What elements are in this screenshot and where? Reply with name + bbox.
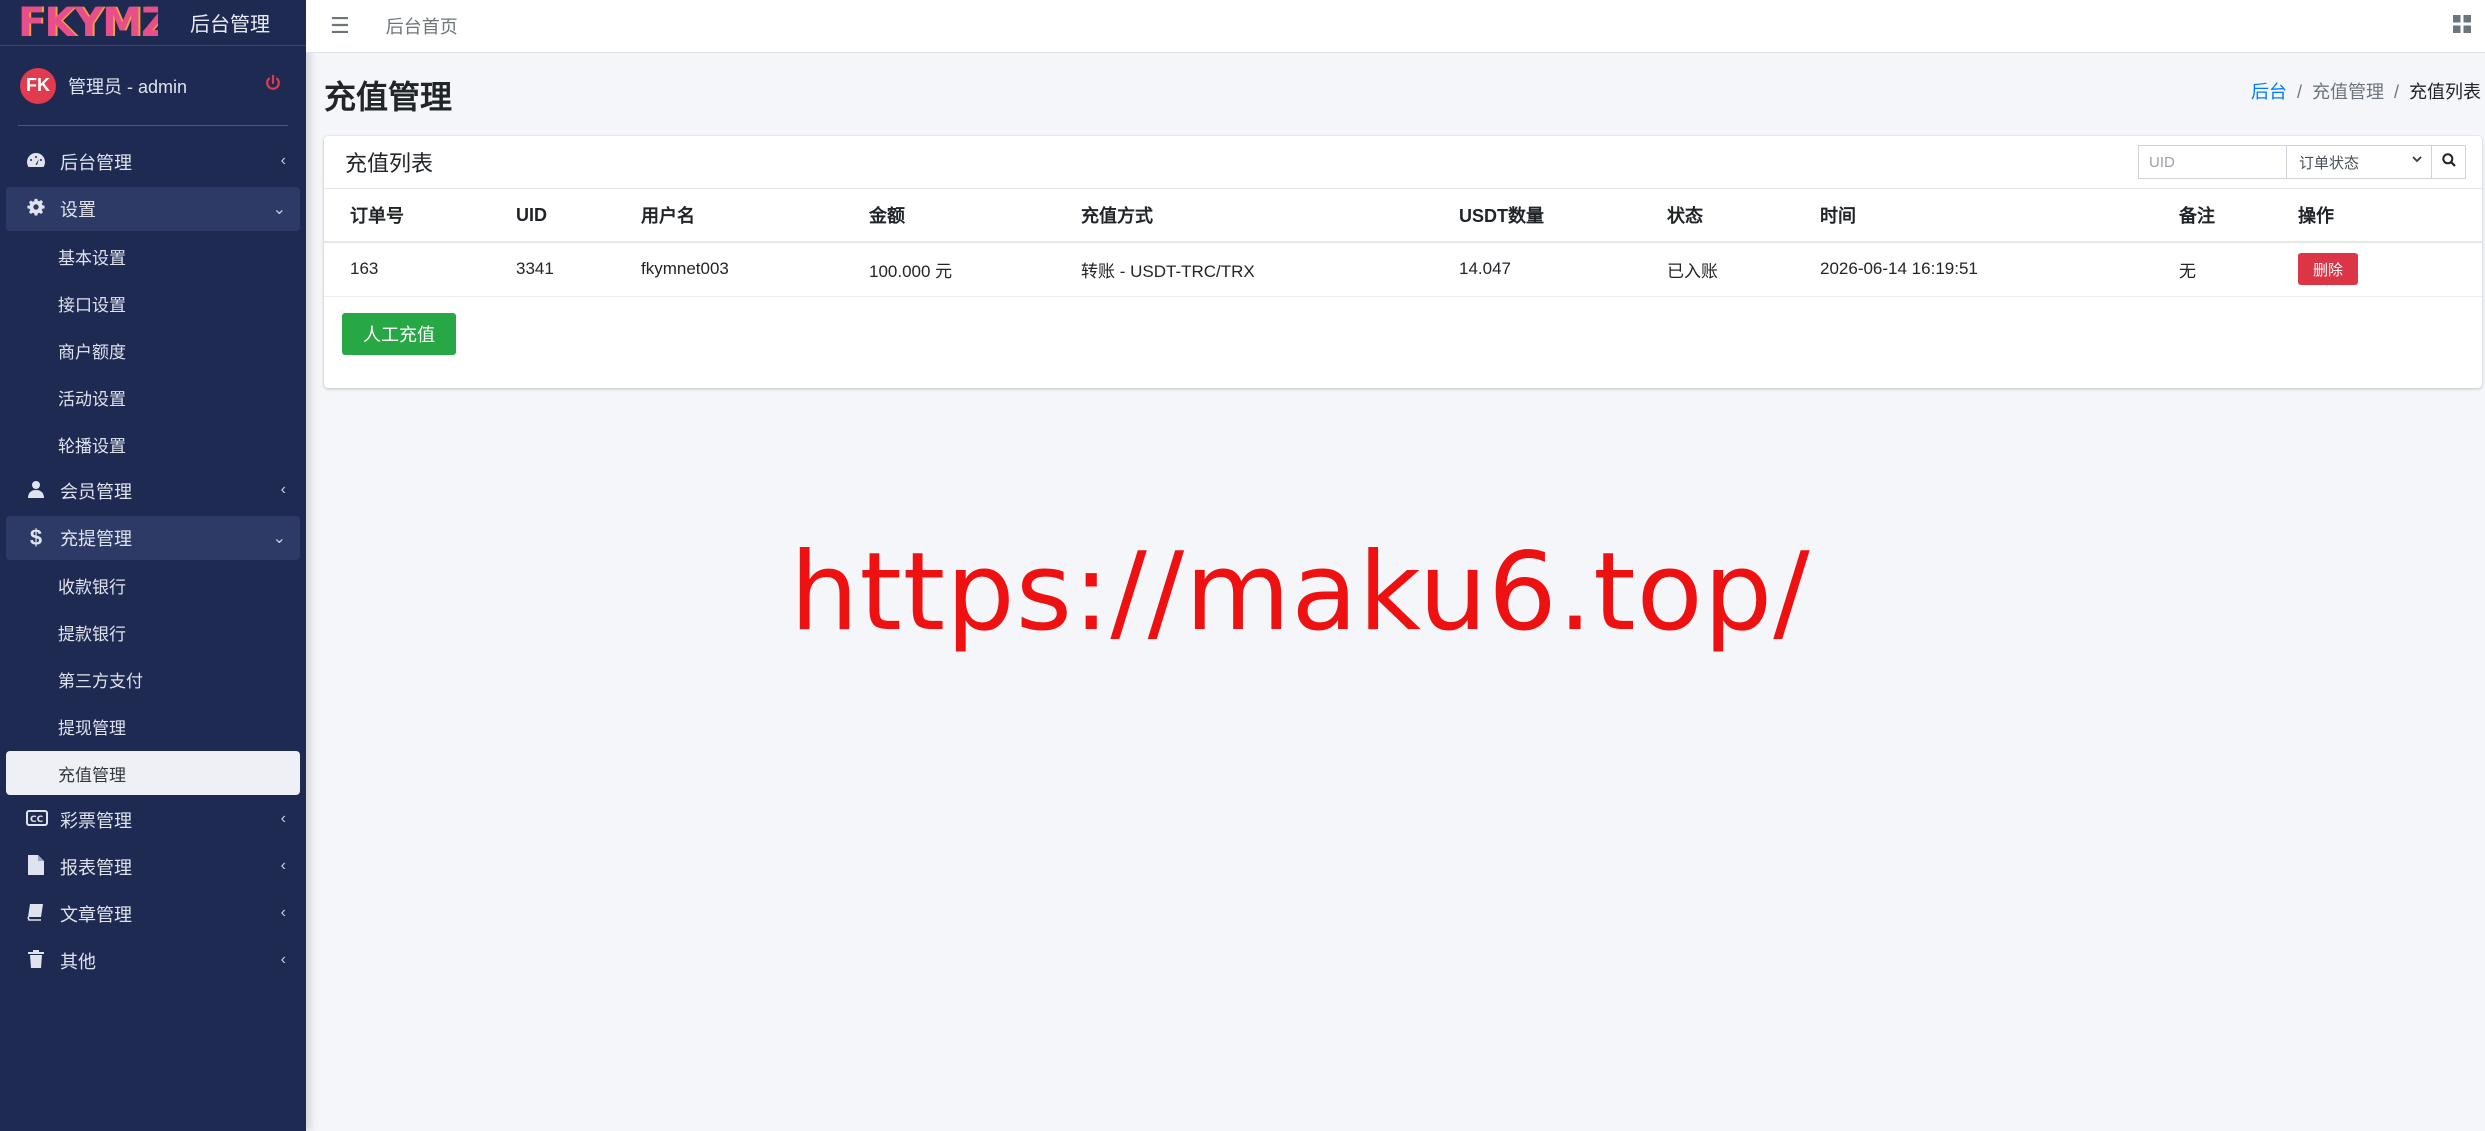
grid-icon[interactable] [2453, 15, 2471, 39]
sidebar-item-label: 其他 [60, 952, 96, 972]
column-header[interactable]: 时间 [1794, 189, 2153, 243]
sidebar-item-label: 充提管理 [60, 529, 132, 549]
sidebar-item-lottery[interactable]: CC 彩票管理 ‹ [6, 798, 300, 842]
deposit-table: 订单号 UID 用户名 金额 充值方式 USDT数量 状态 时间 备注 操作 1… [324, 189, 2482, 297]
chevron-left-icon: ‹ [280, 951, 286, 968]
sidebar-item-label: 设置 [60, 200, 96, 220]
deposit-list-card: 充值列表 订单状态 订单号 UID 用户名 金额 充值方式 [324, 136, 2482, 388]
cell-remark: 无 [2153, 242, 2272, 297]
column-header[interactable]: 用户名 [615, 189, 843, 243]
power-icon[interactable] [264, 74, 282, 98]
sidebar-item-articles[interactable]: 文章管理 ‹ [6, 892, 300, 936]
dollar-icon: $ [29, 525, 43, 550]
breadcrumb-current: 充值列表 [2409, 82, 2481, 102]
sidebar-nav: 后台管理 ‹ 设置 ⌄ 基本设置 接口设置 商户额度 活动设置 轮播设置 会员管… [0, 140, 306, 983]
uid-search-input[interactable] [2138, 145, 2286, 179]
column-header[interactable]: UID [490, 189, 615, 243]
sidebar: FKYMZ 后台管理 FK 管理员 - admin 后台管理 ‹ 设置 ⌄ 基本… [0, 0, 306, 1131]
column-header[interactable]: 状态 [1641, 189, 1794, 243]
sidebar-item-dashboard[interactable]: 后台管理 ‹ [6, 140, 300, 184]
gear-icon [26, 198, 46, 221]
sidebar-item-label: 会员管理 [60, 482, 132, 502]
book-icon [26, 903, 46, 926]
sidebar-subitem-merchant-quota[interactable]: 商户额度 [6, 328, 300, 372]
brand-logo: FKYMZ [18, 0, 158, 46]
column-header[interactable]: 订单号 [324, 189, 490, 243]
cell-username: fkymnet003 [615, 242, 843, 297]
search-button[interactable] [2432, 145, 2466, 179]
card-title: 充值列表 [345, 151, 434, 176]
sidebar-subitem-event-settings[interactable]: 活动设置 [6, 375, 300, 419]
chevron-down-icon: ⌄ [272, 530, 286, 547]
sidebar-item-members[interactable]: 会员管理 ‹ [6, 469, 300, 513]
table-header-row: 订单号 UID 用户名 金额 充值方式 USDT数量 状态 时间 备注 操作 [324, 189, 2482, 243]
sidebar-subitem-withdraw-bank[interactable]: 提款银行 [6, 610, 300, 654]
sidebar-item-deposit-withdraw[interactable]: $ 充提管理 ⌄ [6, 516, 300, 560]
chevron-left-icon: ‹ [280, 810, 286, 827]
cell-amount: 100.000 元 [843, 242, 1055, 297]
user-icon [26, 480, 46, 503]
sidebar-item-label: 报表管理 [60, 858, 132, 878]
topbar: ☰ 后台首页 [306, 0, 2485, 53]
column-header[interactable]: USDT数量 [1433, 189, 1641, 243]
sidebar-item-label: 文章管理 [60, 905, 132, 925]
chevron-left-icon: ‹ [280, 481, 286, 498]
avatar: FK [20, 67, 56, 104]
cell-order-no: 163 [324, 242, 490, 297]
sidebar-subitem-third-party-pay[interactable]: 第三方支付 [6, 657, 300, 701]
top-home-link[interactable]: 后台首页 [386, 13, 458, 39]
sidebar-item-label: 彩票管理 [60, 811, 132, 831]
manual-deposit-button[interactable]: 人工充值 [342, 313, 456, 355]
dashboard-icon [26, 152, 46, 173]
chevron-down-icon [2411, 152, 2423, 168]
cell-method: 转账 - USDT-TRC/TRX [1055, 242, 1433, 297]
user-panel: FK 管理员 - admin [18, 46, 288, 126]
sidebar-item-reports[interactable]: 报表管理 ‹ [6, 845, 300, 889]
chevron-left-icon: ‹ [280, 904, 286, 921]
cell-time: 2026-06-14 16:19:51 [1794, 242, 2153, 297]
search-icon [2441, 152, 2456, 172]
card-header: 充值列表 订单状态 [324, 136, 2482, 189]
trash-icon [26, 949, 46, 973]
delete-button[interactable]: 删除 [2298, 253, 2358, 286]
order-status-value: 订单状态 [2299, 154, 2360, 172]
cell-action: 删除 [2272, 242, 2482, 297]
sidebar-subitem-receiving-bank[interactable]: 收款银行 [6, 563, 300, 607]
sidebar-subitem-api-settings[interactable]: 接口设置 [6, 281, 300, 325]
svg-text:CC: CC [30, 815, 44, 825]
order-status-select[interactable]: 订单状态 [2286, 145, 2432, 179]
hamburger-menu-icon[interactable]: ☰ [330, 13, 350, 39]
chevron-left-icon: ‹ [280, 857, 286, 874]
cc-icon: CC [26, 809, 48, 831]
user-name[interactable]: 管理员 - admin [68, 73, 264, 99]
breadcrumb-parent: 充值管理 [2311, 82, 2384, 102]
file-icon [26, 854, 46, 880]
sidebar-subitem-withdraw-management[interactable]: 提现管理 [6, 704, 300, 748]
sidebar-subitem-basic-settings[interactable]: 基本设置 [6, 234, 300, 278]
cell-status: 已入账 [1641, 242, 1794, 297]
column-header: 操作 [2272, 189, 2482, 243]
brand-title: 后台管理 [190, 14, 270, 36]
breadcrumb-separator: / [2296, 82, 2302, 102]
chevron-down-icon: ⌄ [272, 201, 286, 218]
sidebar-item-label: 后台管理 [60, 153, 132, 173]
table-row: 163 3341 fkymnet003 100.000 元 转账 - USDT-… [324, 242, 2482, 297]
page-title: 充值管理 [324, 79, 453, 115]
column-header[interactable]: 金额 [843, 189, 1055, 243]
sidebar-item-other[interactable]: 其他 ‹ [6, 939, 300, 983]
brand[interactable]: FKYMZ 后台管理 [0, 0, 306, 46]
sidebar-subitem-carousel-settings[interactable]: 轮播设置 [6, 422, 300, 466]
filter-tools: 订单状态 [2138, 145, 2466, 179]
breadcrumb: 后台 / 充值管理 / 充值列表 [2251, 78, 2481, 104]
sidebar-item-settings[interactable]: 设置 ⌄ [6, 187, 300, 231]
breadcrumb-separator: / [2393, 82, 2399, 102]
chevron-left-icon: ‹ [280, 152, 286, 169]
column-header[interactable]: 备注 [2153, 189, 2272, 243]
cell-usdt: 14.047 [1433, 242, 1641, 297]
cell-uid: 3341 [490, 242, 615, 297]
breadcrumb-root[interactable]: 后台 [2251, 82, 2287, 102]
column-header[interactable]: 充值方式 [1055, 189, 1433, 243]
sidebar-subitem-deposit-management[interactable]: 充值管理 [6, 751, 300, 795]
watermark-url: https://maku6.top/ [790, 530, 1811, 655]
